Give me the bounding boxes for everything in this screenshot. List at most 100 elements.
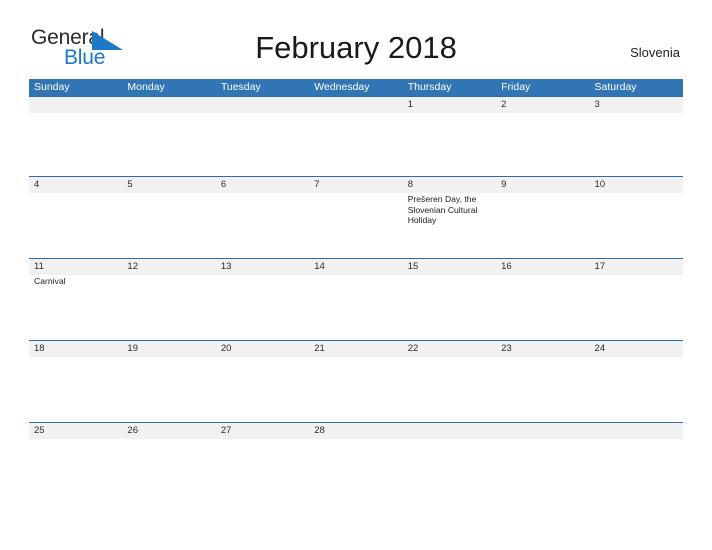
day-event-text: Carnival	[34, 276, 66, 286]
calendar-week-row: 25 26 27 28	[29, 422, 683, 451]
page-header: General Blue February 2018 Slovenia	[0, 0, 712, 68]
date-number[interactable]: 20	[216, 341, 309, 357]
week-event-band: Prešeren Day, the Slovenian Cultural Hol…	[29, 193, 683, 258]
day-cell[interactable]	[122, 357, 215, 422]
day-cell[interactable]	[403, 275, 496, 340]
date-number[interactable]: 21	[309, 341, 402, 357]
day-cell[interactable]: Carnival	[29, 275, 122, 340]
date-number[interactable]: 2	[496, 97, 589, 113]
day-cell[interactable]	[216, 357, 309, 422]
weekday-header-monday: Monday	[127, 81, 165, 93]
day-cell[interactable]	[122, 439, 215, 451]
day-cell[interactable]	[590, 113, 683, 176]
date-number[interactable]: 11	[29, 259, 122, 275]
week-date-number-band: 11 12 13 14 15 16 17	[29, 259, 683, 275]
day-cell[interactable]: Prešeren Day, the Slovenian Cultural Hol…	[403, 193, 496, 258]
date-number[interactable]: 25	[29, 423, 122, 439]
month-calendar: Sunday Monday Tuesday Wednesday Thursday…	[29, 79, 683, 451]
day-cell[interactable]	[216, 113, 309, 176]
date-number[interactable]: 26	[122, 423, 215, 439]
day-cell[interactable]	[403, 439, 496, 451]
date-number[interactable]: 6	[216, 177, 309, 193]
day-cell[interactable]	[590, 439, 683, 451]
date-number[interactable]: 10	[590, 177, 683, 193]
calendar-week-row: 1 2 3	[29, 96, 683, 176]
weekday-header-thursday: Thursday	[407, 81, 452, 93]
weekday-header-sunday: Sunday	[34, 81, 70, 93]
week-event-band	[29, 113, 683, 176]
date-number[interactable]: 28	[309, 423, 402, 439]
day-cell[interactable]	[403, 357, 496, 422]
weekday-header-friday: Friday	[501, 81, 531, 93]
date-number[interactable]: 8	[403, 177, 496, 193]
day-cell[interactable]	[496, 113, 589, 176]
date-number[interactable]: 24	[590, 341, 683, 357]
date-number[interactable]: 22	[403, 341, 496, 357]
day-cell[interactable]	[309, 113, 402, 176]
day-cell[interactable]	[216, 275, 309, 340]
weekday-header-saturday: Saturday	[594, 81, 637, 93]
date-number[interactable]: 13	[216, 259, 309, 275]
day-cell[interactable]	[29, 357, 122, 422]
day-cell[interactable]	[496, 357, 589, 422]
day-cell[interactable]	[29, 113, 122, 176]
day-cell[interactable]	[496, 275, 589, 340]
week-date-number-band: 1 2 3	[29, 97, 683, 113]
date-number[interactable]: 7	[309, 177, 402, 193]
page-title: February 2018	[255, 30, 457, 65]
day-cell[interactable]	[122, 275, 215, 340]
date-number[interactable]	[403, 423, 496, 439]
day-cell[interactable]	[309, 193, 402, 258]
date-number[interactable]: 19	[122, 341, 215, 357]
date-number[interactable]: 15	[403, 259, 496, 275]
week-date-number-band: 4 5 6 7 8 9 10	[29, 177, 683, 193]
day-cell[interactable]	[496, 193, 589, 258]
day-cell[interactable]	[216, 439, 309, 451]
date-number[interactable]	[590, 423, 683, 439]
weekday-header-tuesday: Tuesday	[220, 81, 261, 93]
date-number[interactable]	[496, 423, 589, 439]
day-cell[interactable]	[29, 193, 122, 258]
date-number[interactable]: 23	[496, 341, 589, 357]
day-cell[interactable]	[590, 193, 683, 258]
day-cell[interactable]	[590, 275, 683, 340]
calendar-week-row: 4 5 6 7 8 9 10 Prešeren Day, the Sloveni…	[29, 176, 683, 258]
region-label: Slovenia	[630, 45, 680, 60]
date-number[interactable]: 17	[590, 259, 683, 275]
day-cell[interactable]	[122, 193, 215, 258]
day-cell[interactable]	[496, 439, 589, 451]
day-cell[interactable]	[590, 357, 683, 422]
day-cell[interactable]	[29, 439, 122, 451]
week-event-band: Carnival	[29, 275, 683, 340]
date-number[interactable]: 1	[403, 97, 496, 113]
day-cell[interactable]	[309, 439, 402, 451]
date-number[interactable]: 18	[29, 341, 122, 357]
day-cell[interactable]	[309, 357, 402, 422]
date-number[interactable]	[29, 97, 122, 113]
calendar-week-row: 18 19 20 21 22 23 24	[29, 340, 683, 422]
weekday-header-wednesday: Wednesday	[314, 81, 370, 93]
day-cell[interactable]	[122, 113, 215, 176]
week-event-band	[29, 439, 683, 451]
date-number[interactable]: 5	[122, 177, 215, 193]
week-date-number-band: 18 19 20 21 22 23 24	[29, 341, 683, 357]
date-number[interactable]: 4	[29, 177, 122, 193]
day-cell[interactable]	[216, 193, 309, 258]
weekday-header-row: Sunday Monday Tuesday Wednesday Thursday…	[29, 79, 683, 96]
week-event-band	[29, 357, 683, 422]
calendar-page: General Blue February 2018 Slovenia Sund…	[0, 0, 712, 550]
date-number[interactable]	[122, 97, 215, 113]
day-cell[interactable]	[309, 275, 402, 340]
date-number[interactable]: 12	[122, 259, 215, 275]
day-event-text: Prešeren Day, the Slovenian Cultural Hol…	[407, 194, 478, 226]
day-cell[interactable]	[403, 113, 496, 176]
date-number[interactable]	[309, 97, 402, 113]
calendar-week-row: 11 12 13 14 15 16 17 Carnival	[29, 258, 683, 340]
date-number[interactable]: 14	[309, 259, 402, 275]
date-number[interactable]: 16	[496, 259, 589, 275]
date-number[interactable]: 3	[590, 97, 683, 113]
week-date-number-band: 25 26 27 28	[29, 423, 683, 439]
date-number[interactable]	[216, 97, 309, 113]
date-number[interactable]: 9	[496, 177, 589, 193]
date-number[interactable]: 27	[216, 423, 309, 439]
